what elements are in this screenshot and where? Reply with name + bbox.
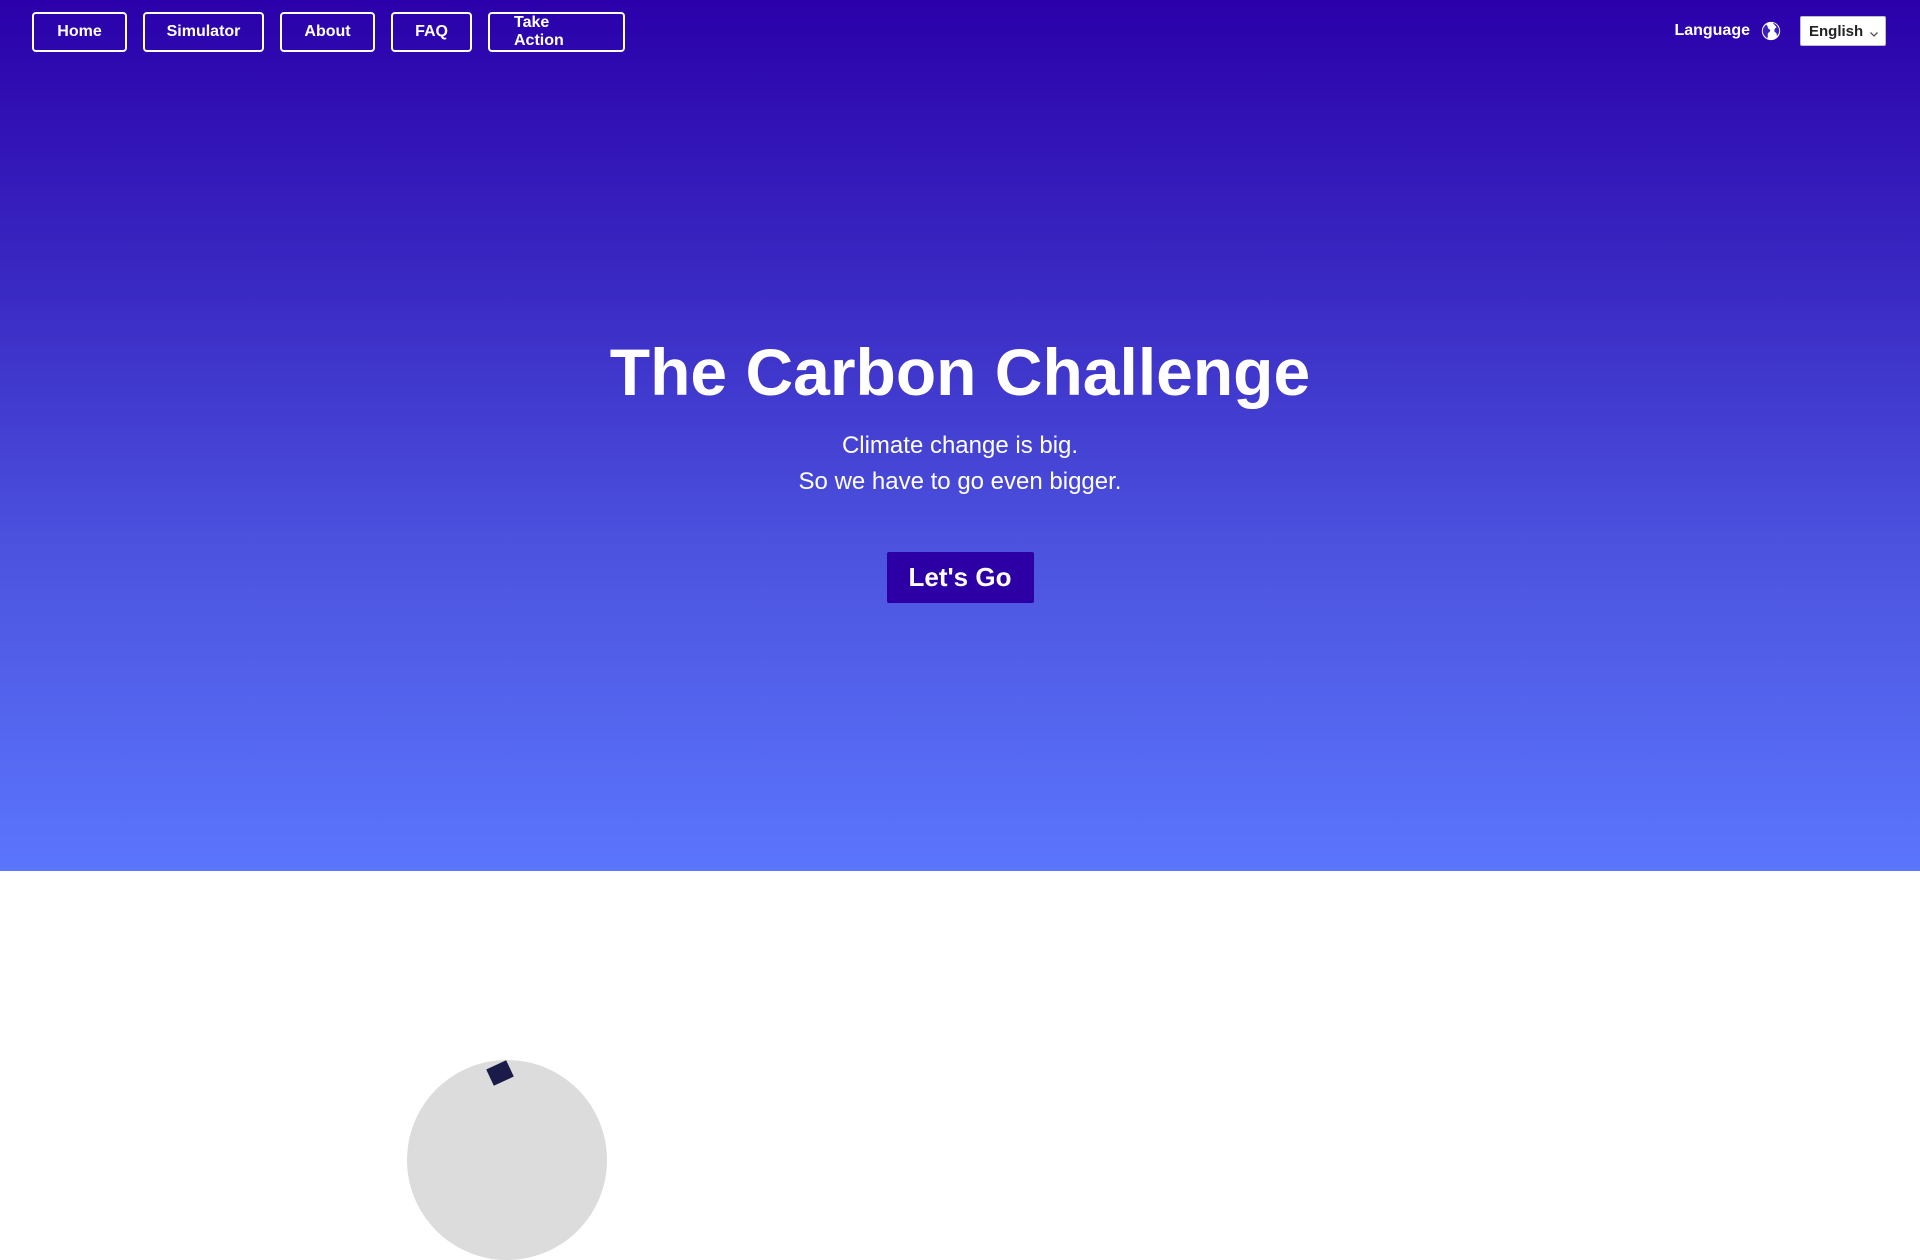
nav-home-button[interactable]: Home xyxy=(32,12,127,52)
hero-title: The Carbon Challenge xyxy=(609,335,1311,409)
hero-content: The Carbon Challenge Climate change is b… xyxy=(0,332,1920,603)
chevron-down-icon xyxy=(1869,26,1879,37)
hero-subtitle: Climate change is big. So we have to go … xyxy=(0,428,1920,500)
solar-panel-icon xyxy=(486,1060,514,1086)
language-selected-value: English xyxy=(1809,22,1864,40)
nav-take-action-button[interactable]: Take Action xyxy=(488,12,625,52)
top-nav: Home Simulator About FAQ Take Action xyxy=(32,12,625,52)
nav-about-button[interactable]: About xyxy=(280,12,375,52)
language-switcher: Language English xyxy=(1674,16,1886,46)
hero-section: Home Simulator About FAQ Take Action Lan… xyxy=(0,0,1920,871)
language-select[interactable]: English xyxy=(1800,16,1886,46)
nav-simulator-button[interactable]: Simulator xyxy=(143,12,264,52)
lets-go-button[interactable]: Let's Go xyxy=(886,552,1034,603)
language-label: Language xyxy=(1674,22,1750,39)
section-illustration xyxy=(407,1060,607,1260)
globe-icon xyxy=(1760,20,1782,42)
hero-subtitle-line-2: So we have to go even bigger. xyxy=(798,468,1122,495)
hero-subtitle-line-1: Climate change is big. xyxy=(841,432,1079,459)
nav-faq-button[interactable]: FAQ xyxy=(391,12,472,52)
